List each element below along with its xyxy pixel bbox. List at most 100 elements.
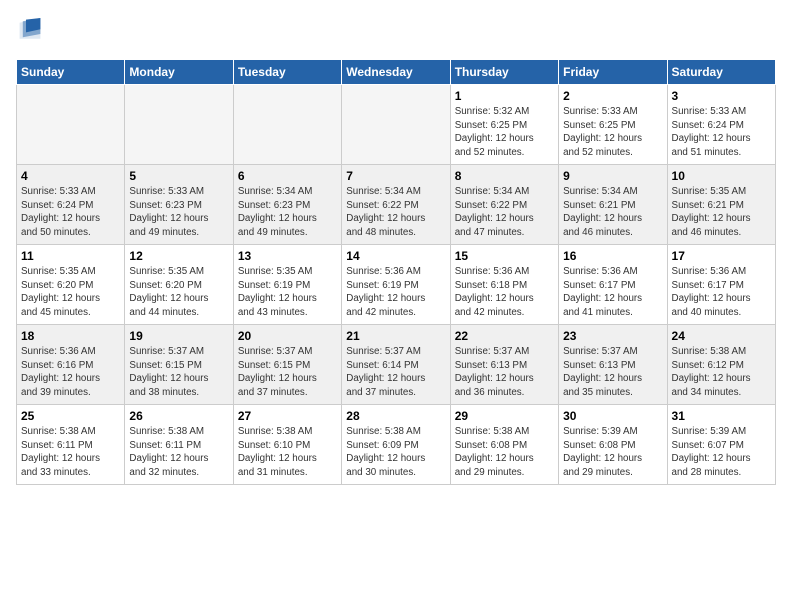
day-info: Sunrise: 5:37 AMSunset: 6:13 PMDaylight:…	[455, 345, 554, 400]
calendar-cell: 7Sunrise: 5:34 AMSunset: 6:22 PMDaylight…	[342, 165, 450, 245]
calendar-cell: 20 Sunrise: 5:37 AMSunset: 6:15 PMDayligh…	[233, 325, 341, 405]
calendar-cell: 26Sunrise: 5:38 AMSunset: 6:11 PMDayligh…	[125, 405, 233, 485]
calendar-cell: 21 Sunrise: 5:37 AMSunset: 6:14 PMDayligh…	[342, 325, 450, 405]
calendar-cell: 23 Sunrise: 5:37 AMSunset: 6:13 PMDayligh…	[559, 325, 667, 405]
header-monday: Monday	[125, 60, 233, 85]
calendar-cell: 19 Sunrise: 5:37 AMSunset: 6:15 PMDayligh…	[125, 325, 233, 405]
calendar-cell: 12 Sunrise: 5:35 AMSunset: 6:20 PMDayligh…	[125, 245, 233, 325]
day-number: 1	[455, 89, 554, 103]
day-info: Sunrise: 5:38 AMSunset: 6:11 PMDaylight:…	[21, 425, 120, 480]
calendar-cell: 3Sunrise: 5:33 AMSunset: 6:24 PMDaylight…	[667, 85, 775, 165]
day-number: 31	[672, 409, 771, 423]
day-number: 4	[21, 169, 120, 183]
day-info: Sunrise: 5:39 AMSunset: 6:08 PMDaylight:…	[563, 425, 662, 480]
day-info: Sunrise: 5:32 AMSunset: 6:25 PMDaylight:…	[455, 105, 554, 160]
day-info: Sunrise: 5:36 AMSunset: 6:17 PMDaylight:…	[563, 265, 662, 320]
day-number: 19	[129, 329, 228, 343]
header-thursday: Thursday	[450, 60, 558, 85]
day-number: 9	[563, 169, 662, 183]
calendar-week-2: 4 Sunrise: 5:33 AMSunset: 6:24 PMDaylight…	[17, 165, 776, 245]
calendar-cell: 25 Sunrise: 5:38 AMSunset: 6:11 PMDayligh…	[17, 405, 125, 485]
day-number: 23	[563, 329, 662, 343]
day-number: 27	[238, 409, 337, 423]
day-number: 25	[21, 409, 120, 423]
day-info: Sunrise: 5:37 AMSunset: 6:14 PMDaylight:…	[346, 345, 445, 400]
day-info: Sunrise: 5:39 AMSunset: 6:07 PMDaylight:…	[672, 425, 771, 480]
header-saturday: Saturday	[667, 60, 775, 85]
calendar-cell: 1 Sunrise: 5:32 AMSunset: 6:25 PMDaylight…	[450, 85, 558, 165]
calendar-cell: 5 Sunrise: 5:33 AMSunset: 6:23 PMDaylight…	[125, 165, 233, 245]
day-number: 26	[129, 409, 228, 423]
day-number: 28	[346, 409, 445, 423]
day-info: Sunrise: 5:35 AMSunset: 6:20 PMDaylight:…	[129, 265, 228, 320]
day-number: 3	[672, 89, 771, 103]
day-info: Sunrise: 5:38 AMSunset: 6:08 PMDaylight:…	[455, 425, 554, 480]
day-info: Sunrise: 5:36 AMSunset: 6:19 PMDaylight:…	[346, 265, 445, 320]
day-number: 18	[21, 329, 120, 343]
calendar-cell: 29 Sunrise: 5:38 AMSunset: 6:08 PMDayligh…	[450, 405, 558, 485]
calendar-cell: 14 Sunrise: 5:36 AMSunset: 6:19 PMDayligh…	[342, 245, 450, 325]
day-info: Sunrise: 5:37 AMSunset: 6:15 PMDaylight:…	[129, 345, 228, 400]
calendar-cell: 6Sunrise: 5:34 AMSunset: 6:23 PMDaylight…	[233, 165, 341, 245]
day-info: Sunrise: 5:33 AMSunset: 6:24 PMDaylight:…	[21, 185, 120, 240]
day-info: Sunrise: 5:36 AMSunset: 6:16 PMDaylight:…	[21, 345, 120, 400]
day-number: 14	[346, 249, 445, 263]
day-info: Sunrise: 5:34 AMSunset: 6:23 PMDaylight:…	[238, 185, 337, 240]
calendar-week-3: 11Sunrise: 5:35 AMSunset: 6:20 PMDayligh…	[17, 245, 776, 325]
calendar-cell: 16 Sunrise: 5:36 AMSunset: 6:17 PMDayligh…	[559, 245, 667, 325]
calendar-cell	[125, 85, 233, 165]
header-friday: Friday	[559, 60, 667, 85]
calendar-cell: 31 Sunrise: 5:39 AMSunset: 6:07 PMDayligh…	[667, 405, 775, 485]
day-info: Sunrise: 5:33 AMSunset: 6:25 PMDaylight:…	[563, 105, 662, 160]
day-info: Sunrise: 5:33 AMSunset: 6:23 PMDaylight:…	[129, 185, 228, 240]
calendar-cell: 10 Sunrise: 5:35 AMSunset: 6:21 PMDayligh…	[667, 165, 775, 245]
day-number: 16	[563, 249, 662, 263]
calendar-cell: 4 Sunrise: 5:33 AMSunset: 6:24 PMDaylight…	[17, 165, 125, 245]
day-info: Sunrise: 5:35 AMSunset: 6:19 PMDaylight:…	[238, 265, 337, 320]
day-number: 10	[672, 169, 771, 183]
calendar-cell	[342, 85, 450, 165]
day-number: 29	[455, 409, 554, 423]
calendar-cell	[17, 85, 125, 165]
day-info: Sunrise: 5:38 AMSunset: 6:09 PMDaylight:…	[346, 425, 445, 480]
calendar-cell: 8 Sunrise: 5:34 AMSunset: 6:22 PMDaylight…	[450, 165, 558, 245]
calendar-cell: 11Sunrise: 5:35 AMSunset: 6:20 PMDayligh…	[17, 245, 125, 325]
calendar-cell: 28 Sunrise: 5:38 AMSunset: 6:09 PMDayligh…	[342, 405, 450, 485]
day-number: 12	[129, 249, 228, 263]
day-number: 13	[238, 249, 337, 263]
header-sunday: Sunday	[17, 60, 125, 85]
day-number: 8	[455, 169, 554, 183]
day-number: 5	[129, 169, 228, 183]
day-number: 7	[346, 169, 445, 183]
day-number: 17	[672, 249, 771, 263]
calendar-cell: 30 Sunrise: 5:39 AMSunset: 6:08 PMDayligh…	[559, 405, 667, 485]
calendar-cell: 27Sunrise: 5:38 AMSunset: 6:10 PMDayligh…	[233, 405, 341, 485]
logo	[16, 16, 42, 49]
header-tuesday: Tuesday	[233, 60, 341, 85]
calendar-week-1: 1 Sunrise: 5:32 AMSunset: 6:25 PMDaylight…	[17, 85, 776, 165]
header-wednesday: Wednesday	[342, 60, 450, 85]
day-number: 15	[455, 249, 554, 263]
day-info: Sunrise: 5:37 AMSunset: 6:13 PMDaylight:…	[563, 345, 662, 400]
calendar-cell: 15 Sunrise: 5:36 AMSunset: 6:18 PMDayligh…	[450, 245, 558, 325]
day-info: Sunrise: 5:34 AMSunset: 6:22 PMDaylight:…	[455, 185, 554, 240]
day-info: Sunrise: 5:36 AMSunset: 6:17 PMDaylight:…	[672, 265, 771, 320]
calendar-table: SundayMondayTuesdayWednesdayThursdayFrid…	[16, 59, 776, 485]
calendar-week-5: 25 Sunrise: 5:38 AMSunset: 6:11 PMDayligh…	[17, 405, 776, 485]
day-info: Sunrise: 5:38 AMSunset: 6:12 PMDaylight:…	[672, 345, 771, 400]
day-info: Sunrise: 5:37 AMSunset: 6:15 PMDaylight:…	[238, 345, 337, 400]
day-number: 21	[346, 329, 445, 343]
day-number: 2	[563, 89, 662, 103]
day-info: Sunrise: 5:34 AMSunset: 6:21 PMDaylight:…	[563, 185, 662, 240]
day-number: 30	[563, 409, 662, 423]
calendar-cell: 2 Sunrise: 5:33 AMSunset: 6:25 PMDaylight…	[559, 85, 667, 165]
calendar-cell: 18 Sunrise: 5:36 AMSunset: 6:16 PMDayligh…	[17, 325, 125, 405]
day-info: Sunrise: 5:35 AMSunset: 6:20 PMDaylight:…	[21, 265, 120, 320]
calendar-header-row: SundayMondayTuesdayWednesdayThursdayFrid…	[17, 60, 776, 85]
day-info: Sunrise: 5:36 AMSunset: 6:18 PMDaylight:…	[455, 265, 554, 320]
calendar-cell	[233, 85, 341, 165]
day-info: Sunrise: 5:35 AMSunset: 6:21 PMDaylight:…	[672, 185, 771, 240]
calendar-cell: 17 Sunrise: 5:36 AMSunset: 6:17 PMDayligh…	[667, 245, 775, 325]
day-number: 24	[672, 329, 771, 343]
day-number: 20	[238, 329, 337, 343]
